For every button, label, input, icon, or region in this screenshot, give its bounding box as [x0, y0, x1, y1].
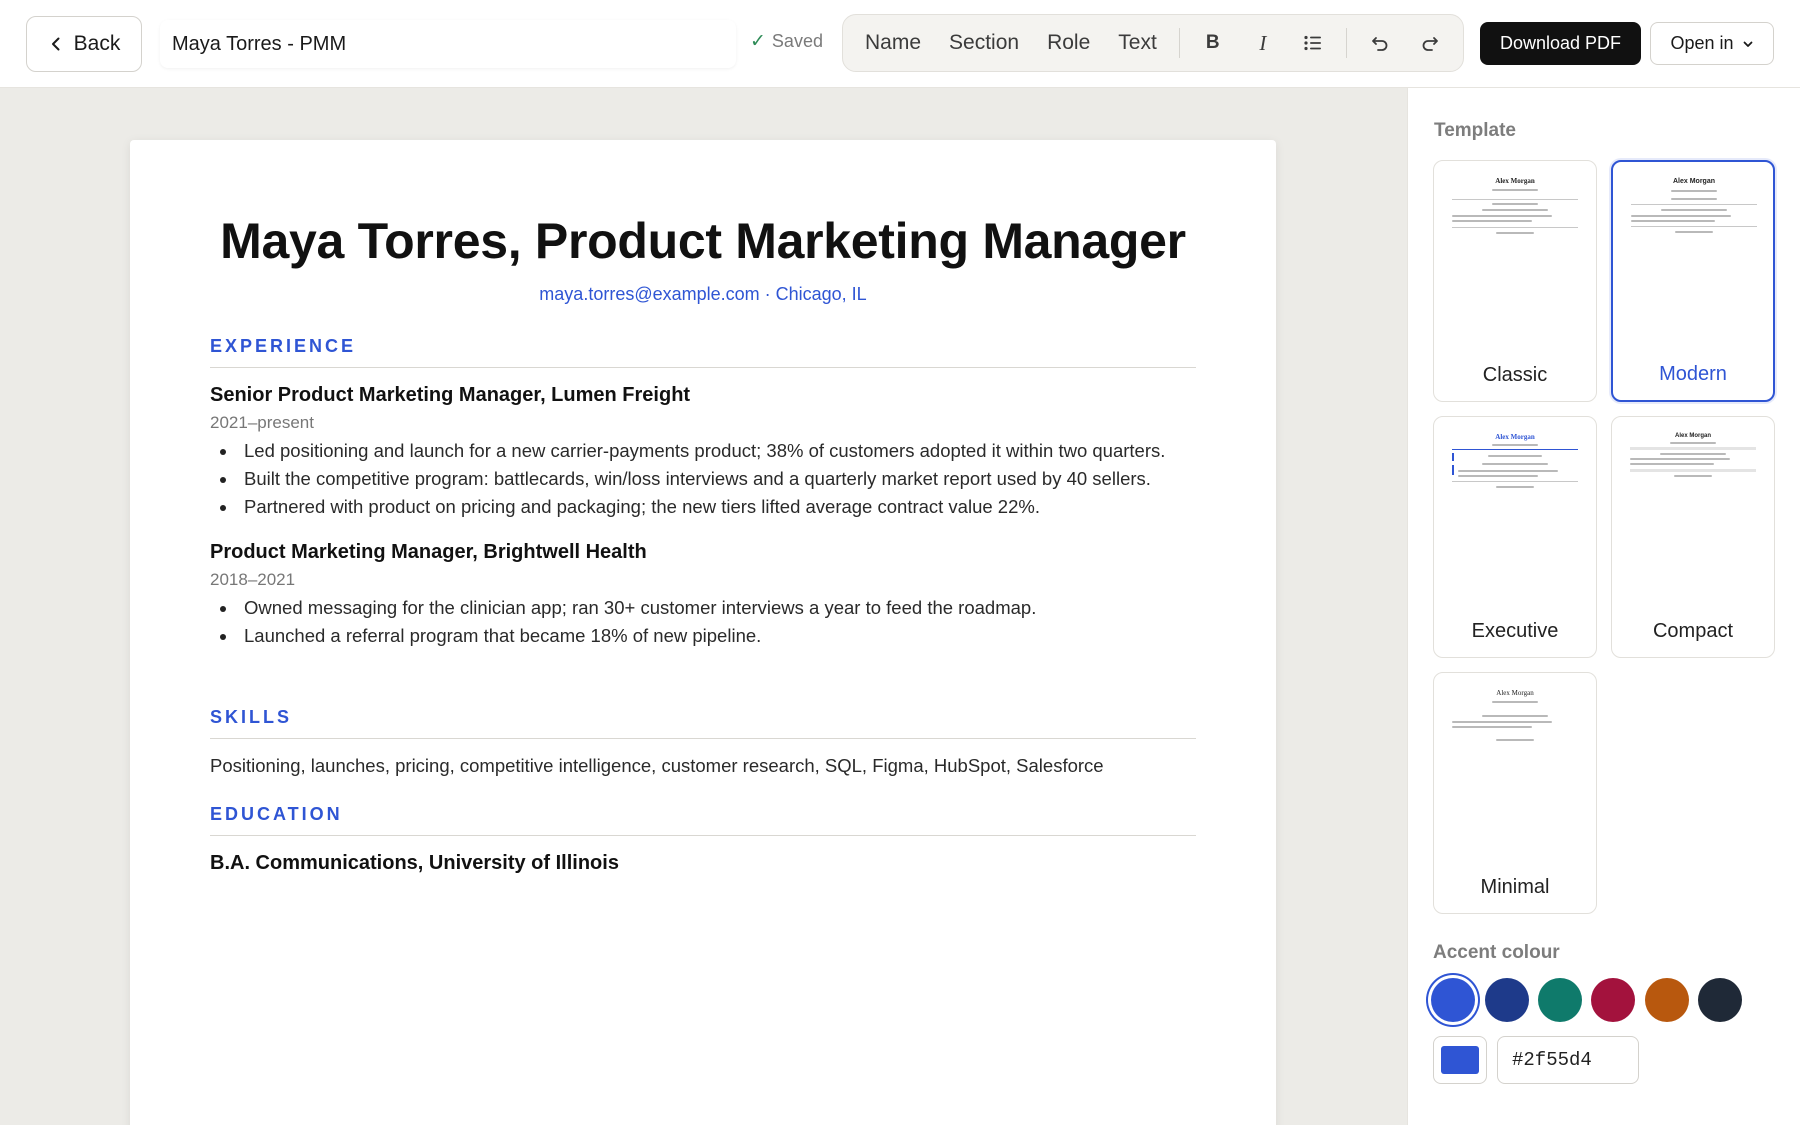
template-label: Template	[1434, 120, 1517, 141]
experience-section: EXPERIENCE Senior Product Marketing Mana…	[210, 336, 1196, 650]
saved-status: ✓ Saved	[750, 30, 823, 53]
bullet-item[interactable]: Launched a referral program that became …	[210, 622, 1196, 650]
template-preview-name: Alex Morgan	[1495, 433, 1535, 441]
bullet-item[interactable]: Built the competitive program: battlecar…	[210, 465, 1196, 493]
saved-label: Saved	[771, 31, 823, 51]
undo-icon	[1372, 37, 1388, 51]
education-section: EDUCATION B.A. Communications, Universit…	[210, 804, 1196, 875]
template-label-text: Modern	[1659, 363, 1727, 385]
italic-button[interactable]: I	[1238, 23, 1288, 63]
open-in-button[interactable]: Open in	[1650, 22, 1774, 65]
template-card-compact[interactable]: Alex Morgan Compact	[1611, 416, 1775, 658]
section-heading[interactable]: SKILLS	[210, 707, 1196, 739]
bullet-list-icon	[1304, 35, 1321, 51]
template-preview: Alex Morgan	[1452, 177, 1578, 253]
accent-hex-input[interactable]	[1497, 1036, 1639, 1084]
accent-swatch-blue[interactable]	[1431, 978, 1475, 1022]
template-label-text: Classic	[1482, 364, 1548, 386]
template-preview-name: Alex Morgan	[1496, 689, 1534, 697]
chevron-down-icon	[1743, 41, 1752, 47]
chevron-left-icon	[51, 37, 60, 51]
template-preview: Alex Morgan	[1631, 178, 1757, 254]
template-card-executive[interactable]: Alex Morgan Executive	[1433, 416, 1597, 658]
template-preview-name: Alex Morgan	[1495, 177, 1535, 185]
template-label-text: Executive	[1471, 620, 1559, 642]
color-preview-fill	[1441, 1046, 1479, 1074]
education-text[interactable]: B.A. Communications, University of Illin…	[210, 852, 1196, 875]
insert-section-button[interactable]: Section	[935, 23, 1033, 63]
bullet-item[interactable]: Led positioning and launch for a new car…	[210, 437, 1196, 465]
template-preview-name: Alex Morgan	[1674, 433, 1711, 439]
bold-button[interactable]: B	[1188, 23, 1238, 63]
accent-swatch-charcoal[interactable]	[1698, 978, 1742, 1022]
template-label-text: Minimal	[1480, 876, 1550, 898]
template-preview-name: Alex Morgan	[1672, 178, 1715, 185]
bullet-item[interactable]: Partnered with product on pricing and pa…	[210, 493, 1196, 521]
resume-contact[interactable]: maya.torres@example.com · Chicago, IL	[130, 284, 1276, 305]
editor-canvas: Maya Torres, Product Marketing Manager m…	[0, 88, 1407, 1125]
accent-swatch-navy[interactable]	[1485, 978, 1529, 1022]
template-label-text: Compact	[1652, 620, 1734, 642]
back-button[interactable]: Back	[26, 16, 142, 72]
toolbar-divider	[1345, 28, 1347, 58]
resume-name[interactable]: Maya Torres, Product Marketing Manager	[130, 212, 1276, 270]
document-name-input[interactable]	[160, 20, 736, 68]
color-picker-button[interactable]	[1433, 1036, 1487, 1084]
section-heading[interactable]: EDUCATION	[210, 804, 1196, 836]
toolbar-divider	[1178, 28, 1180, 58]
back-label: Back	[73, 32, 121, 55]
template-preview: Alex Morgan	[1452, 689, 1578, 765]
accent-swatch-orange[interactable]	[1645, 978, 1689, 1022]
accent-swatch-crimson[interactable]	[1591, 978, 1635, 1022]
template-card-classic[interactable]: Alex Morgan Classic	[1433, 160, 1597, 402]
job-dates[interactable]: 2021–present	[210, 413, 1196, 433]
format-toolbar: Name Section Role Text B I	[842, 14, 1464, 72]
redo-button[interactable]	[1405, 23, 1455, 63]
skills-section: SKILLS Positioning, launches, pricing, c…	[210, 707, 1196, 777]
template-card-minimal[interactable]: Alex Morgan Minimal	[1433, 672, 1597, 914]
template-preview: Alex Morgan	[1630, 433, 1756, 509]
check-icon: ✓	[750, 31, 766, 52]
insert-text-button[interactable]: Text	[1104, 23, 1171, 63]
bullet-list-button[interactable]	[1288, 23, 1338, 63]
template-card-modern[interactable]: Alex Morgan Modern	[1611, 160, 1775, 402]
job-title[interactable]: Senior Product Marketing Manager, Lumen …	[210, 384, 1196, 407]
accent-swatch-teal[interactable]	[1538, 978, 1582, 1022]
insert-name-button[interactable]: Name	[851, 23, 935, 63]
download-pdf-button[interactable]: Download PDF	[1480, 22, 1641, 65]
open-in-label: Open in	[1670, 33, 1734, 53]
redo-icon	[1422, 37, 1438, 51]
top-bar: Back ✓ Saved Name Section Role Text B I …	[0, 0, 1800, 88]
undo-button[interactable]	[1355, 23, 1405, 63]
template-preview: Alex Morgan	[1452, 433, 1578, 509]
bullet-list: Owned messaging for the clinician app; r…	[210, 594, 1196, 650]
bullet-list: Led positioning and launch for a new car…	[210, 437, 1196, 521]
resume-page[interactable]: Maya Torres, Product Marketing Manager m…	[130, 140, 1276, 1125]
job-title[interactable]: Product Marketing Manager, Brightwell He…	[210, 541, 1196, 564]
accent-colour-label: Accent colour	[1433, 942, 1560, 963]
insert-role-button[interactable]: Role	[1033, 23, 1104, 63]
section-heading[interactable]: EXPERIENCE	[210, 336, 1196, 368]
job-dates[interactable]: 2018–2021	[210, 570, 1196, 590]
skills-text[interactable]: Positioning, launches, pricing, competit…	[210, 755, 1196, 777]
bullet-item[interactable]: Owned messaging for the clinician app; r…	[210, 594, 1196, 622]
